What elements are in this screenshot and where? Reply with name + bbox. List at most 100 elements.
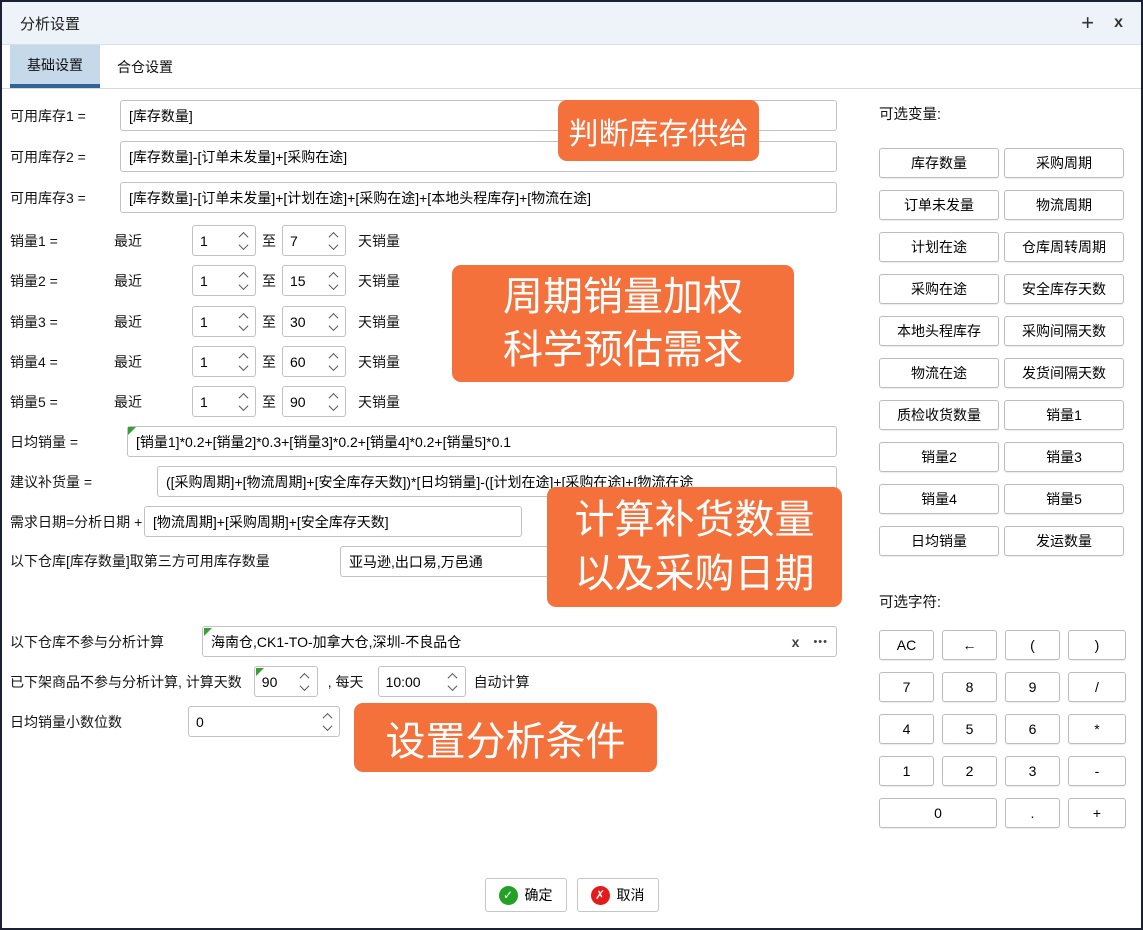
clear-icon[interactable]: x — [792, 634, 800, 650]
sales-4-to-spinner[interactable]: 60 — [282, 346, 346, 377]
variable-button[interactable]: 质检收货数量 — [879, 400, 999, 430]
callout-text: 以及采购日期 — [575, 547, 815, 601]
calc-key[interactable]: AC — [879, 630, 934, 660]
sales-3-to-value[interactable]: 30 — [283, 307, 324, 336]
variable-button[interactable]: 物流在途 — [879, 358, 999, 388]
spinner-down-icon[interactable] — [328, 240, 338, 250]
decimal-places-value[interactable]: 0 — [189, 707, 318, 736]
spinner-down-icon[interactable] — [238, 361, 248, 371]
calc-key[interactable]: - — [1068, 756, 1126, 786]
spinner-down-icon[interactable] — [328, 361, 338, 371]
calc-key[interactable]: ← — [942, 630, 997, 660]
sales-4-from-spinner[interactable]: 1 — [192, 346, 256, 377]
variable-button[interactable]: 销量5 — [1004, 484, 1124, 514]
variable-button[interactable]: 订单未发量 — [879, 190, 999, 220]
variable-button[interactable]: 计划在途 — [879, 232, 999, 262]
variable-button[interactable]: 本地头程库存 — [879, 316, 999, 346]
variable-button[interactable]: 采购间隔天数 — [1004, 316, 1124, 346]
calc-key[interactable]: . — [1005, 798, 1060, 828]
variable-button[interactable]: 仓库周转周期 — [1004, 232, 1124, 262]
excluded-warehouses-input[interactable] — [211, 634, 784, 650]
sales-1-to-spinner[interactable]: 7 — [282, 225, 346, 256]
calc-key[interactable]: 4 — [879, 714, 934, 744]
variable-button[interactable]: 物流周期 — [1004, 190, 1124, 220]
sales-4-label: 销量4 = — [10, 352, 114, 372]
sales-5-from-spinner[interactable]: 1 — [192, 386, 256, 417]
calc-key[interactable]: / — [1068, 672, 1126, 702]
decimal-places-spinner[interactable]: 0 — [188, 706, 340, 737]
sales-2-row: 销量2 = 最近 1 至 15 天销量 — [10, 265, 400, 296]
sales-2-to-spinner[interactable]: 15 — [282, 265, 346, 296]
spinner-down-icon[interactable] — [238, 280, 248, 290]
calc-key[interactable]: 7 — [879, 672, 934, 702]
spinner-down-icon[interactable] — [238, 240, 248, 250]
spinner-down-icon[interactable] — [328, 321, 338, 331]
calc-key[interactable]: 3 — [1005, 756, 1060, 786]
calc-key[interactable]: + — [1068, 798, 1126, 828]
calc-key[interactable]: 9 — [1005, 672, 1060, 702]
variable-button[interactable]: 采购周期 — [1004, 148, 1124, 178]
sales-3-to-spinner[interactable]: 30 — [282, 306, 346, 337]
available-stock-2-label: 可用库存2 = — [10, 147, 120, 167]
sales-5-row: 销量5 = 最近 1 至 90 天销量 — [10, 386, 400, 417]
sales-3-from-spinner[interactable]: 1 — [192, 306, 256, 337]
calc-key-zero[interactable]: 0 — [879, 798, 997, 828]
tab-merge-settings[interactable]: 合仓设置 — [100, 45, 190, 88]
demand-date-input[interactable] — [144, 506, 522, 537]
sales-1-to-value[interactable]: 7 — [283, 226, 324, 255]
variable-button[interactable]: 采购在途 — [879, 274, 999, 304]
calc-key[interactable]: 6 — [1005, 714, 1060, 744]
analysis-settings-dialog: 分析设置 + x 基础设置 合仓设置 可用库存1 = 可用库存2 = 可用库存3… — [0, 0, 1143, 930]
sales-5-from-value[interactable]: 1 — [193, 387, 234, 416]
variable-button[interactable]: 销量2 — [879, 442, 999, 472]
sales-5-to-value[interactable]: 90 — [283, 387, 324, 416]
auto-calc-time-value[interactable]: 10:00 — [379, 667, 444, 696]
ok-button[interactable]: ✓ 确定 — [485, 878, 567, 912]
to-label: 至 — [262, 392, 276, 412]
sales-4-from-value[interactable]: 1 — [193, 347, 234, 376]
cancel-button[interactable]: ✗ 取消 — [577, 878, 659, 912]
calc-key[interactable]: ( — [1005, 630, 1060, 660]
variable-button[interactable]: 日均销量 — [879, 526, 999, 556]
variable-button[interactable]: 发货间隔天数 — [1004, 358, 1124, 388]
offshelf-days-spinner[interactable]: 90 — [254, 666, 318, 697]
sales-2-to-value[interactable]: 15 — [283, 266, 324, 295]
calc-key[interactable]: 1 — [879, 756, 934, 786]
calc-key[interactable]: 5 — [942, 714, 997, 744]
excluded-warehouses-field[interactable]: x ••• — [202, 626, 837, 657]
sales-2-from-spinner[interactable]: 1 — [192, 265, 256, 296]
calc-key[interactable]: * — [1068, 714, 1126, 744]
variable-button[interactable]: 销量1 — [1004, 400, 1124, 430]
sales-3-from-value[interactable]: 1 — [193, 307, 234, 336]
spinner-down-icon[interactable] — [328, 401, 338, 411]
variable-button[interactable]: 库存数量 — [879, 148, 999, 178]
sales-1-from-spinner[interactable]: 1 — [192, 225, 256, 256]
spinner-down-icon[interactable] — [238, 401, 248, 411]
spinner-down-icon[interactable] — [238, 321, 248, 331]
sales-5-to-spinner[interactable]: 90 — [282, 386, 346, 417]
sales-1-from-value[interactable]: 1 — [193, 226, 234, 255]
add-icon[interactable]: + — [1081, 12, 1094, 34]
calc-key[interactable]: 8 — [942, 672, 997, 702]
more-options-icon[interactable]: ••• — [813, 636, 828, 648]
calc-key[interactable]: 2 — [942, 756, 997, 786]
auto-calc-time-spinner[interactable]: 10:00 — [378, 666, 466, 697]
close-icon[interactable]: x — [1114, 15, 1123, 31]
spinner-down-icon[interactable] — [448, 681, 458, 691]
days-sales-label: 天销量 — [358, 352, 400, 372]
variable-button[interactable]: 销量4 — [879, 484, 999, 514]
calc-key[interactable]: ) — [1068, 630, 1126, 660]
sales-4-to-value[interactable]: 60 — [283, 347, 324, 376]
check-icon: ✓ — [499, 886, 518, 905]
daily-average-sales-input[interactable] — [127, 426, 837, 457]
tab-basic-settings[interactable]: 基础设置 — [10, 45, 100, 88]
spinner-down-icon[interactable] — [328, 280, 338, 290]
variable-button[interactable]: 销量3 — [1004, 442, 1124, 472]
spinner-down-icon[interactable] — [322, 721, 332, 731]
footer: ✓ 确定 ✗ 取消 — [2, 878, 1141, 912]
available-stock-3-input[interactable] — [120, 182, 837, 213]
spinner-down-icon[interactable] — [300, 681, 310, 691]
variable-button[interactable]: 安全库存天数 — [1004, 274, 1124, 304]
sales-2-from-value[interactable]: 1 — [193, 266, 234, 295]
variable-button[interactable]: 发运数量 — [1004, 526, 1124, 556]
